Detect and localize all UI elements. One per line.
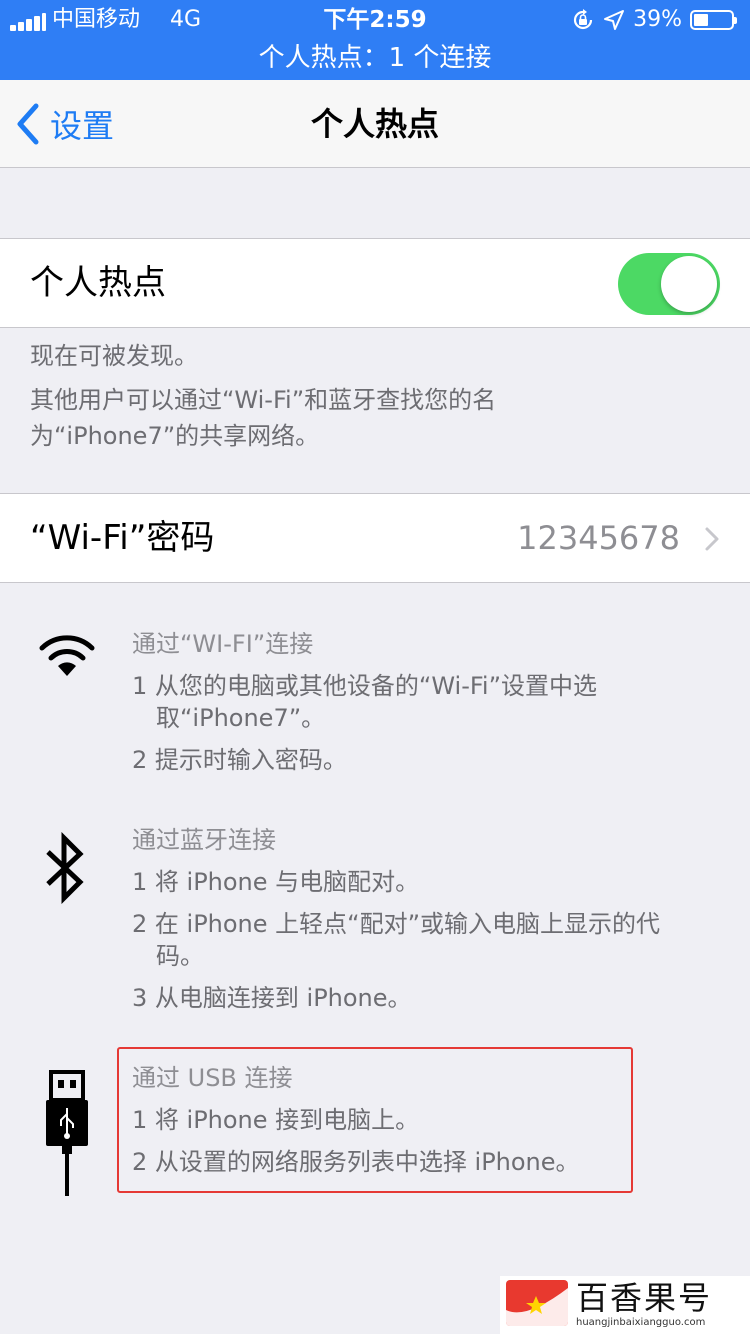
watermark-text: 百香果号 — [576, 1279, 713, 1317]
wifi-password-value: 12345678 — [517, 519, 680, 557]
status-row: 中国移动 4G 下午2:59 39% — [0, 0, 750, 40]
wifi-instructions-title: 通过“WI-FI”连接 — [132, 630, 314, 658]
bluetooth-step-1: 1 将 iPhone 与电脑配对。 — [132, 868, 420, 896]
bluetooth-step-3: 3 从电脑连接到 iPhone。 — [132, 984, 412, 1012]
bluetooth-icon — [46, 832, 84, 904]
toggle-knob — [661, 256, 717, 312]
location-icon — [604, 10, 625, 30]
discoverable-description: 其他用户可以通过“Wi-Fi”和蓝牙查找您的名为“iPhone7”的共享网络。 — [30, 386, 497, 450]
status-right: 39% — [571, 6, 737, 34]
wifi-step-2: 2 提示时输入密码。 — [132, 746, 347, 774]
page-title: 个人热点 — [310, 105, 439, 143]
watermark-url: huangjinbaixiangguo.com — [576, 1317, 706, 1328]
hotspot-label: 个人热点 — [30, 263, 166, 303]
rotation-lock-icon — [574, 9, 593, 30]
bluetooth-instructions-title: 通过蓝牙连接 — [132, 826, 276, 854]
hotspot-toggle-cell: 个人热点 — [0, 238, 750, 328]
wifi-step-1: 1 从您的电脑或其他设备的“Wi-Fi”设置中选取“iPhone7”。 — [132, 672, 598, 732]
discoverable-note: 现在可被发现。 其他用户可以通过“Wi-Fi”和蓝牙查找您的名为“iPhone7… — [30, 338, 570, 454]
bluetooth-instructions: 通过蓝牙连接 1 将 iPhone 与电脑配对。 2 在 iPhone 上轻点“… — [132, 824, 692, 1024]
discoverable-line: 现在可被发现。 — [30, 342, 198, 370]
battery-icon — [690, 10, 737, 30]
wifi-icon — [39, 635, 95, 676]
chevron-right-icon — [705, 527, 719, 551]
bluetooth-step-2: 2 在 iPhone 上轻点“配对”或输入电脑上显示的代码。 — [132, 910, 661, 970]
status-bar: 中国移动 4G 下午2:59 39% 个人热点：1 个连接 — [0, 0, 750, 80]
hotspot-connections-banner[interactable]: 个人热点：1 个连接 — [0, 40, 750, 78]
wifi-password-cell[interactable]: “Wi-Fi”密码 12345678 — [0, 493, 750, 583]
wifi-password-label: “Wi-Fi”密码 — [30, 518, 215, 558]
usb-icon — [46, 1070, 88, 1196]
navigation-bar: 设置 个人热点 — [0, 80, 750, 168]
watermark-logo — [506, 1280, 568, 1326]
battery-percent: 39% — [633, 7, 682, 32]
wifi-instructions: 通过“WI-FI”连接 1 从您的电脑或其他设备的“Wi-Fi”设置中选取“iP… — [132, 628, 692, 786]
watermark: 百香果号 huangjinbaixiangguo.com — [500, 1276, 750, 1334]
usb-highlight-box — [117, 1047, 633, 1193]
hotspot-toggle-switch[interactable] — [618, 253, 720, 315]
